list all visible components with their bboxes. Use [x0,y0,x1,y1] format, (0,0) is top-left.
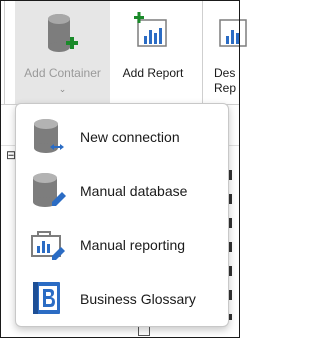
add-report-button[interactable]: Add Report [114,0,192,104]
menu-item-label: New connection [80,129,180,145]
database-add-icon [48,14,78,52]
menu-item-business-glossary[interactable]: Business Glossary [16,272,228,324]
report-edit-icon [31,231,65,260]
describe-report-button[interactable]: Des Rep [210,0,270,104]
describe-label-line2: Rep [214,81,237,95]
background-row-icon [138,326,150,336]
database-edit-icon [33,173,66,207]
chevron-down-icon: ⌄ [58,84,67,94]
database-connection-icon [34,119,64,153]
ribbon-separator [4,0,5,104]
add-container-label: Add Container [24,66,101,80]
business-glossary-icon [33,282,60,314]
menu-item-label: Business Glossary [80,291,196,307]
ribbon-toolbar: Add Container ⌄ Add Report Des Rep [0,0,247,104]
add-container-dropdown: New connection Manual database Manual re… [15,103,229,327]
menu-item-new-connection[interactable]: New connection [16,110,228,162]
report-icon [219,19,247,47]
add-container-button[interactable]: Add Container ⌄ [15,0,110,104]
menu-item-manual-reporting[interactable]: Manual reporting [16,218,228,270]
report-add-icon [134,12,167,47]
menu-item-manual-database[interactable]: Manual database [16,164,228,216]
add-report-label: Add Report [122,66,184,80]
ribbon-separator [202,0,203,104]
describe-label-line1: Des [214,66,236,80]
menu-item-label: Manual reporting [80,237,186,253]
menu-item-label: Manual database [80,183,188,199]
